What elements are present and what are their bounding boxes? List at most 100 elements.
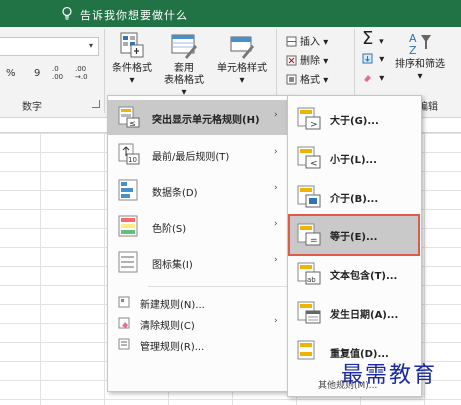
sum-icon: Σ bbox=[362, 28, 374, 49]
menu-item-color-scales[interactable]: 色阶(S) › bbox=[108, 209, 291, 244]
submenu-item-label: 发生日期(A)... bbox=[330, 310, 399, 321]
clear-button[interactable]: ▾ bbox=[362, 72, 384, 84]
decrease-decimal-button[interactable]: .00 →.0 bbox=[75, 65, 95, 81]
svg-text:10: 10 bbox=[128, 156, 137, 164]
format-as-table-button[interactable]: 套用 表格格式 ▾ bbox=[160, 31, 208, 99]
svg-text:=: = bbox=[310, 236, 318, 246]
between-icon bbox=[297, 185, 321, 208]
highlight-cells-rules-submenu: > 大于(G)... < 小于(L)... 介于(B)... = 等于(E)..… bbox=[287, 95, 422, 397]
chevron-down-icon: ▾ bbox=[129, 75, 135, 86]
insert-cells-label: 插入 bbox=[300, 37, 320, 48]
insert-cells-button[interactable]: 插入 ▾ bbox=[286, 33, 328, 48]
submenu-item-date-occurring[interactable]: 发生日期(A)... bbox=[288, 293, 421, 333]
menu-item-new-rule[interactable]: 新建规则(N)... bbox=[108, 293, 291, 311]
conditional-formatting-label: 条件格式 bbox=[112, 63, 152, 74]
submenu-item-label: 等于(E)... bbox=[330, 232, 378, 243]
autosum-button[interactable]: Σ ▾ bbox=[362, 28, 384, 49]
tell-me-text: 告诉我你想要做什么 bbox=[80, 9, 188, 22]
menu-item-label: 突出显示单元格规则(H) bbox=[152, 115, 260, 126]
group-divider bbox=[104, 29, 105, 113]
cell-styles-label: 单元格样式 bbox=[217, 63, 267, 74]
calendar-icon bbox=[297, 301, 321, 324]
chevron-right-icon: › bbox=[274, 255, 278, 265]
clear-rules-icon bbox=[118, 317, 130, 329]
menu-item-data-bars[interactable]: 数据条(D) › bbox=[108, 173, 291, 208]
duplicate-values-icon bbox=[297, 340, 315, 360]
greater-than-icon: > bbox=[297, 107, 321, 130]
fill-button[interactable]: ▾ bbox=[362, 53, 384, 65]
sort-filter-icon: A Z bbox=[409, 32, 431, 57]
data-bars-icon bbox=[118, 179, 138, 201]
menu-item-icon-sets[interactable]: 图标集(I) › bbox=[108, 245, 291, 280]
format-as-table-label-2: 表格格式 bbox=[164, 75, 204, 86]
submenu-item-label: 介于(B)... bbox=[330, 194, 379, 205]
percent-style-button[interactable]: % bbox=[6, 68, 16, 79]
chevron-down-icon: ▾ bbox=[323, 75, 329, 86]
cell-styles-button[interactable]: 单元格样式 ▾ bbox=[212, 31, 272, 87]
tell-me-bar[interactable]: 告诉我你想要做什么 bbox=[0, 0, 461, 27]
chevron-right-icon: › bbox=[274, 316, 278, 326]
menu-item-label: 管理规则(R)... bbox=[140, 342, 205, 353]
delete-cells-button[interactable]: 删除 ▾ bbox=[286, 52, 328, 67]
fill-down-icon bbox=[362, 53, 373, 64]
watermark-text: 最需教育 bbox=[341, 363, 438, 388]
menu-item-label: 图标集(I) bbox=[152, 260, 193, 271]
menu-item-label: 清除规则(C) bbox=[140, 321, 195, 332]
delete-cells-label: 删除 bbox=[300, 56, 320, 67]
sort-filter-button[interactable]: A Z 排序和筛选 ▾ bbox=[390, 31, 450, 83]
number-group-label: 数字 bbox=[22, 102, 42, 113]
submenu-item-between[interactable]: 介于(B)... bbox=[288, 177, 421, 217]
number-format-dropdown[interactable]: ▾ bbox=[0, 37, 99, 56]
submenu-item-label: 文本包含(T)... bbox=[330, 271, 398, 282]
format-cells-icon bbox=[286, 74, 297, 85]
menu-item-manage-rules[interactable]: 管理规则(R)... bbox=[108, 335, 291, 353]
chevron-down-icon: ▾ bbox=[379, 73, 385, 84]
submenu-item-equal-to[interactable]: = 等于(E)... bbox=[288, 215, 421, 255]
top-bottom-rules-icon: 10 bbox=[118, 143, 140, 165]
menu-item-highlight-cells-rules[interactable]: ≤ 突出显示单元格规则(H) › bbox=[108, 100, 291, 135]
lightbulb-icon bbox=[62, 6, 72, 20]
menu-item-label: 最前/最后规则(T) bbox=[152, 152, 230, 163]
color-scales-icon bbox=[118, 215, 138, 237]
conditional-formatting-menu: ≤ 突出显示单元格规则(H) › 10 最前/最后规则(T) › 数据条(D) … bbox=[107, 95, 292, 392]
svg-text:≤: ≤ bbox=[129, 119, 136, 128]
less-than-icon: < bbox=[297, 146, 321, 169]
svg-text:<: < bbox=[310, 159, 318, 169]
chevron-right-icon: › bbox=[274, 219, 278, 229]
equal-to-icon: = bbox=[297, 223, 321, 246]
submenu-item-text-contains[interactable]: ab 文本包含(T)... bbox=[288, 254, 421, 294]
format-as-table-icon bbox=[171, 34, 197, 59]
dialog-launcher-icon[interactable] bbox=[92, 100, 100, 108]
chevron-down-icon: ▾ bbox=[379, 37, 384, 47]
chevron-right-icon: › bbox=[274, 110, 278, 120]
delete-cells-icon bbox=[286, 55, 297, 66]
chevron-down-icon: ▾ bbox=[323, 37, 329, 48]
menu-item-label: 新建规则(N)... bbox=[140, 300, 205, 311]
svg-text:Z: Z bbox=[409, 44, 417, 57]
format-cells-label: 格式 bbox=[300, 75, 320, 86]
increase-decimal-button[interactable]: .0 .00 bbox=[52, 65, 72, 81]
format-cells-button[interactable]: 格式 ▾ bbox=[286, 71, 328, 86]
submenu-item-greater-than[interactable]: > 大于(G)... bbox=[288, 99, 421, 139]
chevron-down-icon: ▾ bbox=[323, 56, 329, 67]
comma-style-button[interactable]: 9 bbox=[34, 68, 40, 79]
submenu-item-less-than[interactable]: < 小于(L)... bbox=[288, 138, 421, 178]
menu-item-clear-rules[interactable]: 清除规则(C) › bbox=[108, 314, 291, 332]
conditional-formatting-icon bbox=[120, 32, 144, 58]
submenu-item-label: 小于(L)... bbox=[330, 155, 377, 166]
menu-item-label: 色阶(S) bbox=[152, 224, 187, 235]
menu-item-top-bottom-rules[interactable]: 10 最前/最后规则(T) › bbox=[108, 137, 291, 172]
conditional-formatting-button[interactable]: 条件格式 ▾ bbox=[108, 31, 156, 87]
manage-rules-icon bbox=[118, 338, 130, 350]
svg-text:ab: ab bbox=[307, 276, 316, 284]
chevron-right-icon: › bbox=[274, 183, 278, 193]
chevron-right-icon: › bbox=[274, 147, 278, 157]
chevron-down-icon: ▾ bbox=[379, 54, 385, 65]
chevron-down-icon: ▾ bbox=[417, 71, 423, 82]
new-rule-icon bbox=[118, 296, 130, 308]
svg-text:>: > bbox=[310, 120, 318, 130]
menu-divider bbox=[148, 286, 291, 287]
insert-cells-icon bbox=[286, 36, 297, 47]
icon-sets-icon bbox=[118, 251, 138, 273]
chevron-down-icon: ▾ bbox=[239, 75, 245, 86]
